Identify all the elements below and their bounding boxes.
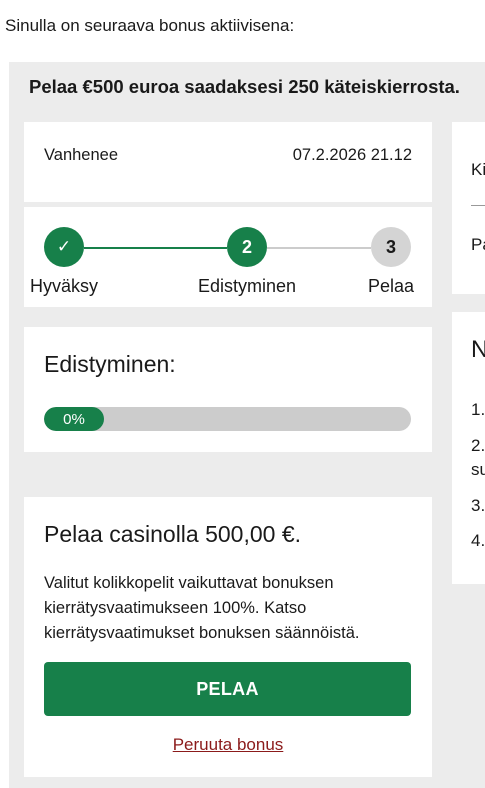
- cancel-bonus-link[interactable]: Peruuta bonus: [24, 735, 432, 755]
- side-row-1: Ki: [471, 160, 485, 179]
- expiry-label: Vanhenee: [44, 146, 119, 164]
- stepper-card: ✓ 2 3 Hyväksy Edistyminen Pelaa: [24, 207, 432, 307]
- expiry-card: Vanhenee 07.2.2026 21.12: [24, 122, 432, 202]
- wager-card: Pelaa casinolla 500,00 €. Valitut kolikk…: [24, 497, 432, 777]
- progress-bar: 0%: [44, 407, 411, 431]
- step-2-circle: 2: [227, 227, 267, 267]
- side-divider: [471, 205, 485, 206]
- bonus-stepper: ✓ 2 3 Hyväksy Edistyminen Pelaa: [30, 227, 414, 299]
- step-line-done: [84, 247, 227, 249]
- bonus-title: Pelaa €500 euroa saadaksesi 250 käteiski…: [29, 76, 460, 97]
- step-label-accept: Hyväksy: [29, 276, 99, 296]
- side-list-3: 3.: [471, 496, 485, 515]
- expiry-value: 07.2.2026 21.12: [292, 146, 412, 164]
- side-rules-card: N 1. 2. su 3. 4.: [452, 312, 485, 584]
- step-3-circle: 3: [371, 227, 411, 267]
- play-button[interactable]: PELAA: [44, 662, 411, 716]
- progress-percent: 0%: [63, 410, 85, 428]
- side-list-2: 2.: [471, 436, 485, 455]
- side-heading: N: [471, 336, 485, 363]
- wager-heading: Pelaa casinolla 500,00 €.: [44, 521, 302, 547]
- side-list-1: 1.: [471, 400, 485, 419]
- step-line-pending: [267, 247, 371, 249]
- progress-card: Edistyminen: 0%: [24, 327, 432, 452]
- progress-heading: Edistyminen:: [44, 351, 176, 377]
- intro-text: Sinulla on seuraava bonus aktiivisena:: [5, 16, 295, 35]
- side-row-2: Pa: [471, 235, 485, 254]
- side-list-4: 4.: [471, 531, 485, 550]
- wager-description: Valitut kolikkopelit vaikuttavat bonukse…: [44, 574, 360, 642]
- side-info-card: Ki Pa: [452, 122, 485, 294]
- step-label-play: Pelaa: [367, 276, 415, 296]
- step-check-icon: ✓: [44, 227, 84, 267]
- step-label-progress: Edistyminen: [197, 276, 297, 296]
- progress-fill: 0%: [44, 407, 104, 431]
- bonus-panel: Pelaa €500 euroa saadaksesi 250 käteiski…: [9, 62, 485, 788]
- side-list-2b: su: [471, 460, 485, 479]
